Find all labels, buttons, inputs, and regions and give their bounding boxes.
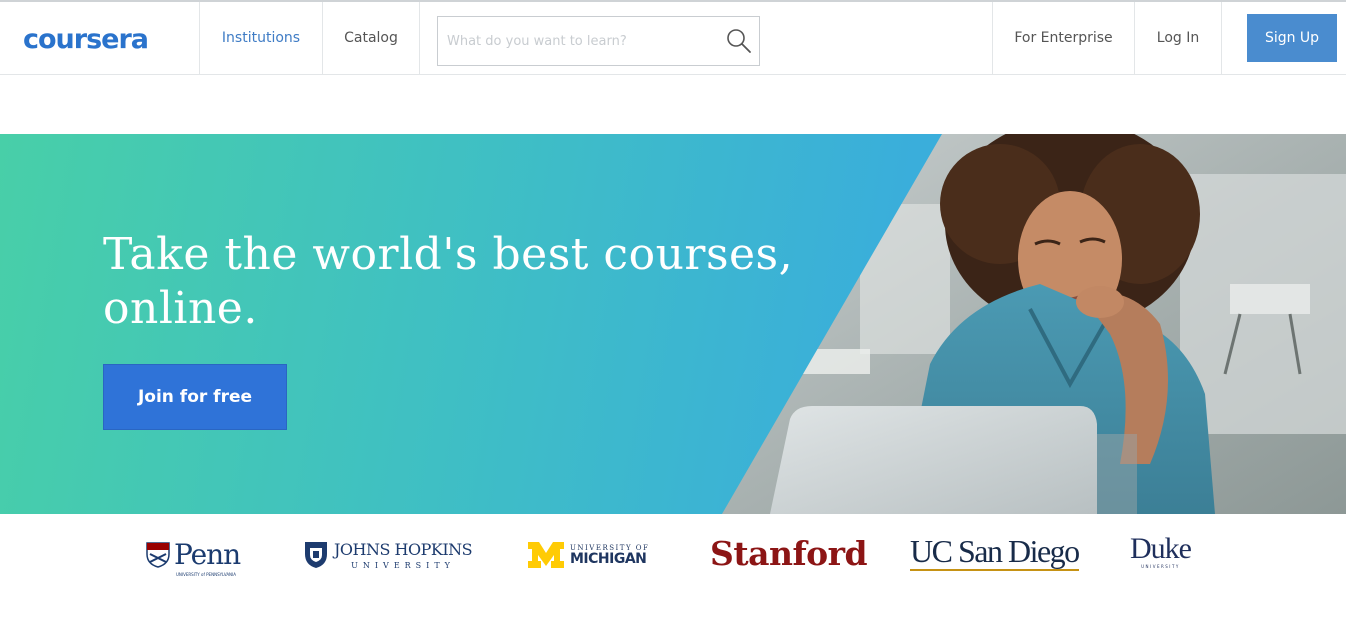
search-box bbox=[437, 16, 760, 66]
join-for-free-button[interactable]: Join for free bbox=[103, 364, 287, 430]
hero-banner: Take the world's best courses, online. J… bbox=[0, 134, 1346, 514]
search-icon[interactable] bbox=[725, 27, 753, 55]
uc-san-diego-logo[interactable]: UC San Diego bbox=[910, 534, 1080, 571]
michigan-logo[interactable]: UNIVERSITY OF MICHIGAN bbox=[528, 542, 649, 568]
partner-logos: Penn UNIVERSITY of PENNSYLVANIA JOHNS HO… bbox=[0, 514, 1346, 625]
johns-hopkins-logo[interactable]: JOHNS HOPKINS UNIVERSITY bbox=[304, 540, 473, 570]
hero-title-line-2: online. bbox=[103, 283, 258, 334]
login-link[interactable]: Log In bbox=[1134, 2, 1222, 74]
logo-text: coursera bbox=[23, 23, 149, 55]
block-m-icon bbox=[528, 542, 564, 568]
nav-catalog[interactable]: Catalog bbox=[322, 2, 420, 74]
site-header: coursera Institutions Catalog For Enterp… bbox=[0, 2, 1346, 75]
signup-button[interactable]: Sign Up bbox=[1247, 14, 1337, 62]
hero-title: Take the world's best courses, online. bbox=[103, 228, 803, 336]
penn-shield-icon bbox=[146, 541, 170, 568]
nav-for-enterprise[interactable]: For Enterprise bbox=[992, 2, 1134, 74]
duke-logo[interactable]: Duke UNIVERSITY bbox=[1130, 532, 1192, 570]
jhu-subtitle: UNIVERSITY bbox=[351, 561, 455, 570]
penn-wordmark: Penn bbox=[174, 538, 241, 571]
umich-big-text: MICHIGAN bbox=[570, 550, 647, 567]
duke-wordmark: Duke bbox=[1130, 532, 1192, 565]
coursera-logo[interactable]: coursera bbox=[23, 23, 149, 55]
penn-logo[interactable]: Penn UNIVERSITY of PENNSYLVANIA bbox=[146, 538, 241, 577]
hero-title-line-1: Take the world's best courses, bbox=[103, 229, 794, 280]
nav-institutions[interactable]: Institutions bbox=[199, 2, 322, 74]
jhu-wordmark: JOHNS HOPKINS bbox=[334, 540, 473, 559]
stanford-logo[interactable]: Stanford bbox=[710, 534, 868, 573]
penn-subtitle: UNIVERSITY of PENNSYLVANIA bbox=[176, 572, 236, 577]
search-input[interactable] bbox=[438, 17, 718, 65]
jhu-shield-icon bbox=[305, 542, 327, 568]
